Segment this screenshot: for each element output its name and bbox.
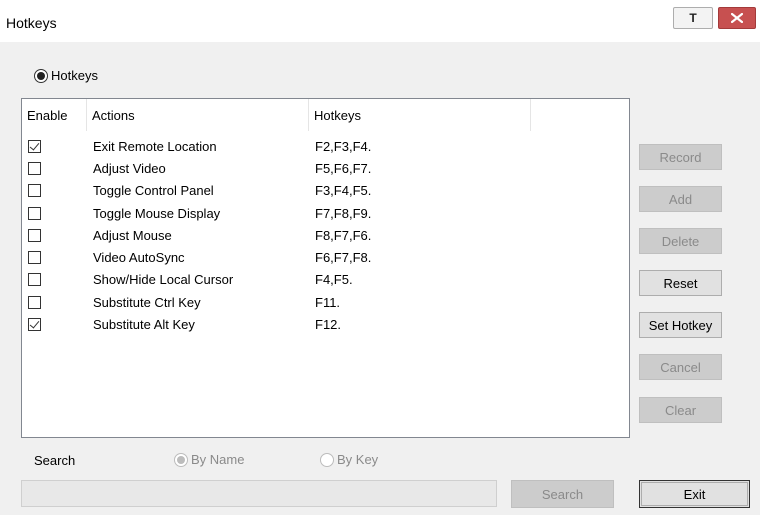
action-cell: Adjust Video <box>93 160 166 176</box>
hotkey-cell: F8,F7,F6. <box>315 227 372 243</box>
hotkey-cell: F12. <box>315 317 342 333</box>
table-row[interactable]: Toggle Control Panel F3,F4,F5. <box>22 180 629 202</box>
table-row[interactable]: Adjust Video F5,F6,F7. <box>22 157 629 179</box>
table-row[interactable]: Exit Remote Location F2,F3,F4. <box>22 135 629 157</box>
by-name-radio[interactable]: By Name <box>174 452 244 467</box>
enable-cell <box>22 273 87 287</box>
action-cell: Video AutoSync <box>93 250 185 266</box>
radio-icon <box>34 68 48 83</box>
enable-cell <box>22 295 87 309</box>
enable-checkbox[interactable] <box>28 295 41 309</box>
table-row[interactable]: Adjust Mouse F8,F7,F6. <box>22 224 629 246</box>
enable-cell <box>22 139 87 153</box>
pin-button[interactable]: T <box>673 7 713 29</box>
title-bar: Hotkeys T <box>0 0 760 42</box>
by-key-label: By Key <box>337 452 379 467</box>
action-cell: Substitute Alt Key <box>93 317 195 333</box>
delete-button[interactable]: Delete <box>639 228 722 254</box>
search-input[interactable] <box>21 480 497 507</box>
enable-cell <box>22 251 87 265</box>
hotkey-cell: F4,F5. <box>315 272 353 288</box>
hotkeys-mode-radio[interactable]: Hotkeys <box>34 68 98 83</box>
table-row[interactable]: Substitute Ctrl Key F11. <box>22 291 629 313</box>
pin-icon: T <box>689 11 697 25</box>
hotkey-cell: F6,F7,F8. <box>315 250 372 266</box>
table-row[interactable]: Video AutoSync F6,F7,F8. <box>22 246 629 268</box>
enable-checkbox[interactable] <box>28 206 41 220</box>
radio-icon <box>320 452 334 467</box>
set-hotkey-button[interactable]: Set Hotkey <box>639 312 722 338</box>
by-name-label: By Name <box>191 452 245 467</box>
column-header-enable[interactable]: Enable <box>22 99 87 131</box>
table-row[interactable]: Show/Hide Local Cursor F4,F5. <box>22 269 629 291</box>
enable-checkbox[interactable] <box>28 161 41 175</box>
enable-cell <box>22 161 87 175</box>
search-button[interactable]: Search <box>511 480 614 508</box>
hotkey-cell: F7,F8,F9. <box>315 205 372 221</box>
close-button[interactable] <box>718 7 756 29</box>
list-header: Enable Actions Hotkeys <box>22 99 629 131</box>
action-cell: Toggle Mouse Display <box>93 205 221 221</box>
window-title: Hotkeys <box>6 15 57 31</box>
enable-cell <box>22 206 87 220</box>
record-button[interactable]: Record <box>639 144 722 170</box>
column-header-hotkeys[interactable]: Hotkeys <box>309 99 531 131</box>
radio-icon <box>174 452 188 467</box>
column-header-actions[interactable]: Actions <box>87 99 309 131</box>
hotkey-cell: F5,F6,F7. <box>315 160 372 176</box>
search-label: Search <box>34 453 76 468</box>
hotkeys-list[interactable]: Enable Actions Hotkeys Exit Remote Locat… <box>21 98 630 438</box>
action-cell: Adjust Mouse <box>93 227 172 243</box>
hotkey-cell: F3,F4,F5. <box>315 183 372 199</box>
action-cell: Toggle Control Panel <box>93 183 214 199</box>
by-key-radio[interactable]: By Key <box>320 452 378 467</box>
list-rows: Exit Remote Location F2,F3,F4. Adjust Vide… <box>22 135 629 336</box>
add-button[interactable]: Add <box>639 186 722 212</box>
enable-checkbox[interactable] <box>28 139 41 153</box>
enable-cell <box>22 228 87 242</box>
enable-cell <box>22 184 87 198</box>
action-cell: Substitute Ctrl Key <box>93 294 201 310</box>
clear-button[interactable]: Clear <box>639 397 722 423</box>
cancel-button[interactable]: Cancel <box>639 354 722 380</box>
table-row[interactable]: Toggle Mouse Display F7,F8,F9. <box>22 202 629 224</box>
reset-button[interactable]: Reset <box>639 270 722 296</box>
exit-button[interactable]: Exit <box>639 480 750 508</box>
hotkeys-radio-label: Hotkeys <box>51 68 98 83</box>
action-cell: Show/Hide Local Cursor <box>93 272 234 288</box>
table-row[interactable]: Substitute Alt Key F12. <box>22 313 629 335</box>
hotkey-cell: F2,F3,F4. <box>315 138 372 154</box>
enable-cell <box>22 318 87 332</box>
close-icon <box>731 13 743 23</box>
enable-checkbox[interactable] <box>28 273 41 287</box>
enable-checkbox[interactable] <box>28 184 41 198</box>
column-header-extra[interactable] <box>531 99 629 131</box>
hotkey-cell: F11. <box>315 294 341 310</box>
enable-checkbox[interactable] <box>28 318 41 332</box>
enable-checkbox[interactable] <box>28 251 41 265</box>
action-cell: Exit Remote Location <box>93 138 217 154</box>
enable-checkbox[interactable] <box>28 228 41 242</box>
